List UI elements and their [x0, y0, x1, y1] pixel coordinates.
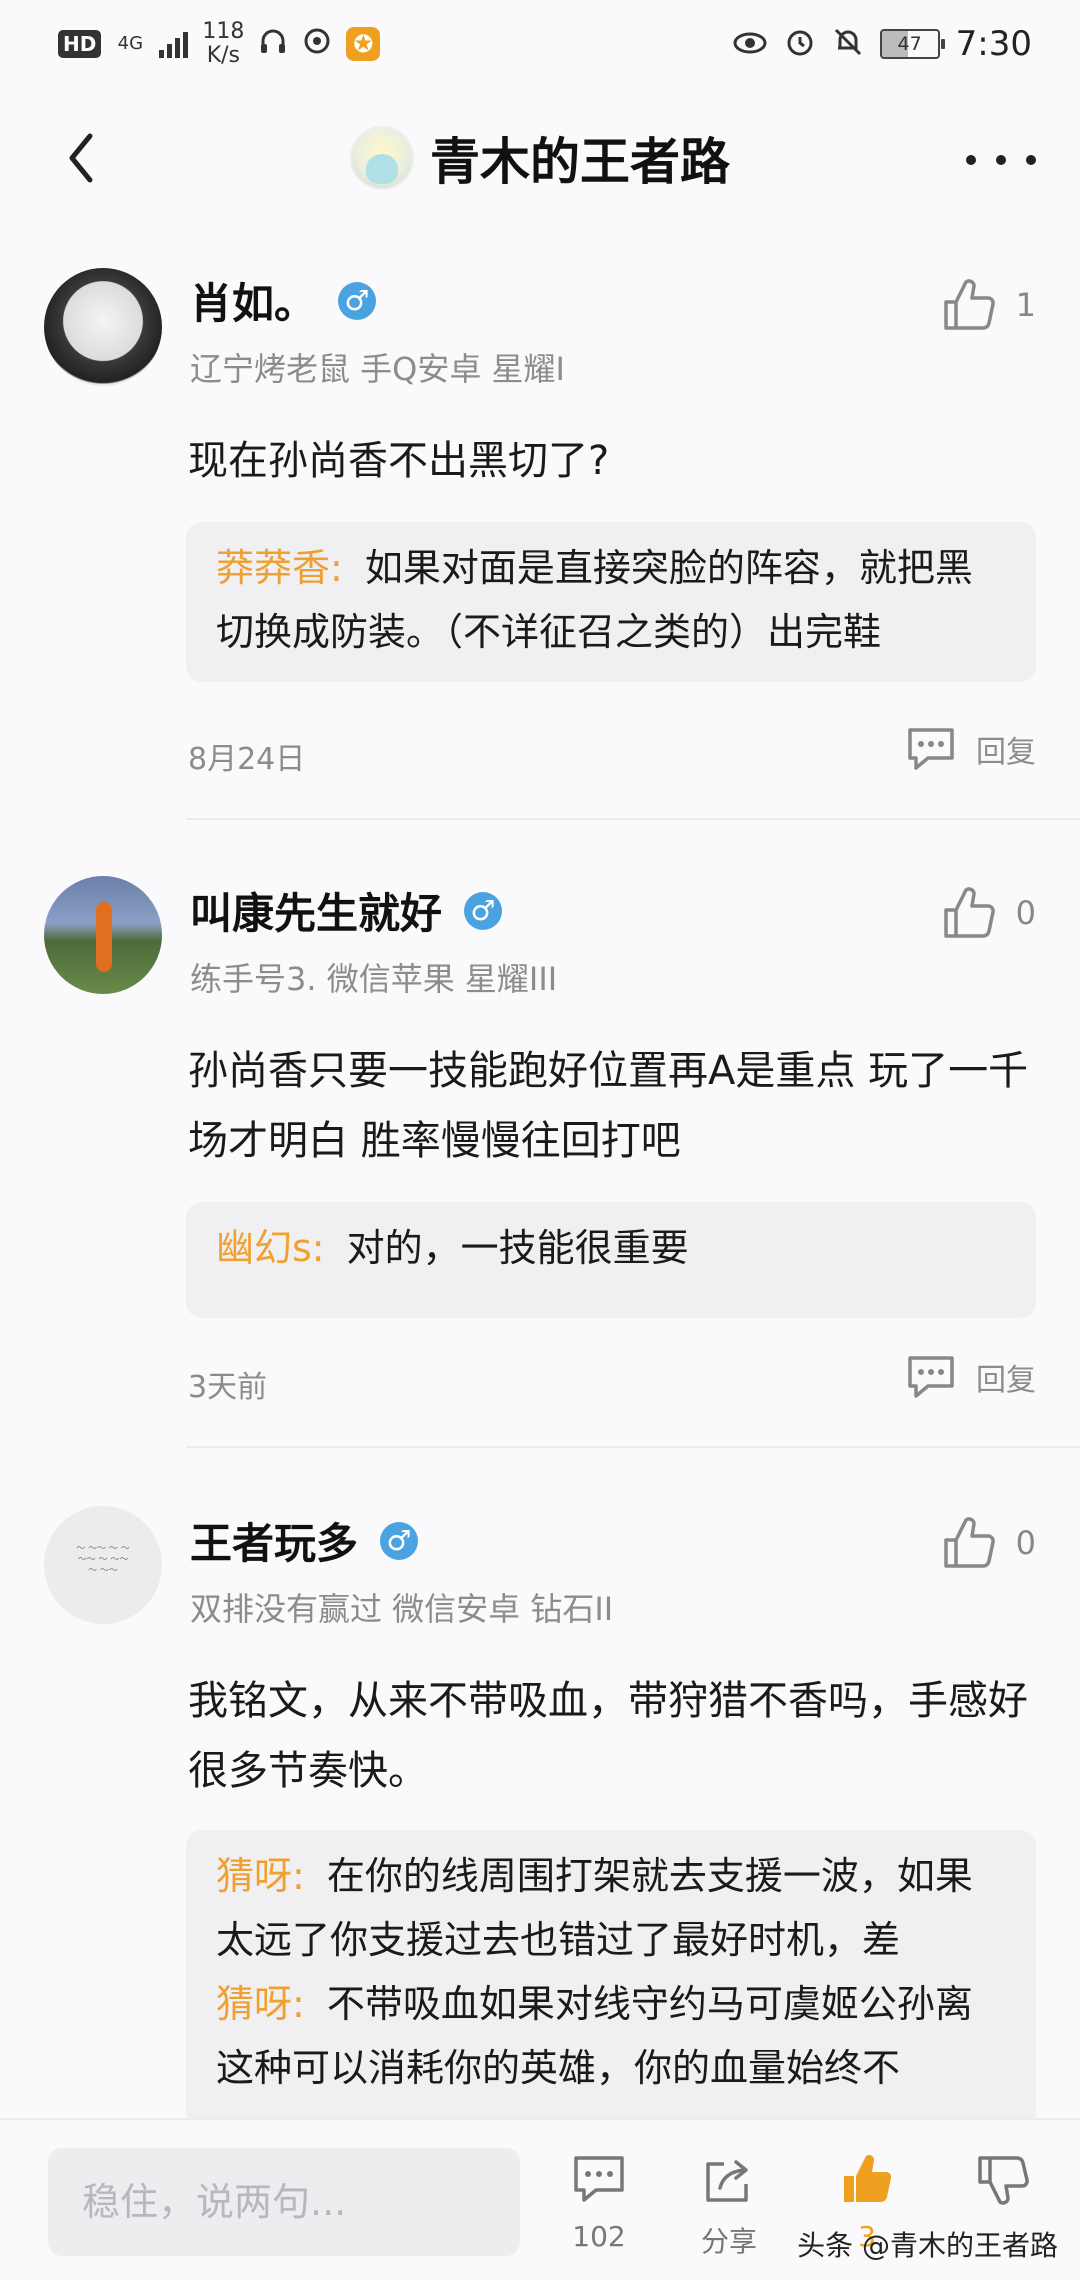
reply-text: 对的，一技能很重要	[346, 1226, 689, 1270]
like-count: 1	[1015, 286, 1036, 324]
network-speed: 118 K/s	[202, 20, 244, 68]
like-count: 0	[1015, 894, 1036, 932]
speed-unit: K/s	[206, 43, 240, 68]
comment-input[interactable]	[48, 2148, 520, 2256]
reply-preview[interactable]: 猜呀: 在你的线周围打架就去支援一波，如果太远了你支援过去也错过了最好时机，差 猜…	[186, 1830, 1036, 2128]
like-button[interactable]: 1	[942, 278, 1036, 332]
commenter-info: 辽宁烤老鼠 手Q安卓 星耀I	[190, 350, 565, 388]
dot-icon	[966, 155, 976, 165]
reply-label: 回复	[976, 735, 1036, 770]
dot-icon	[1026, 155, 1036, 165]
share-label: 分享	[700, 2225, 757, 2258]
sync-icon	[302, 26, 332, 62]
comment-input-field[interactable]	[48, 2148, 520, 2256]
reply-author[interactable]: 猜呀:	[216, 1982, 305, 2026]
divider	[186, 818, 1080, 820]
alarm-icon	[784, 26, 816, 62]
like-count: 0	[1015, 1524, 1036, 1562]
comments-button[interactable]: 102	[544, 2154, 654, 2253]
reply-text: 在你的线周围打架就去支援一波，如果太远了你支援过去也错过了最好时机，差	[216, 1854, 973, 1962]
share-button[interactable]: 分享	[674, 2154, 784, 2260]
reply-preview[interactable]: 莽莽香: 如果对面是直接突脸的阵容，就把黑切换成防装。（不详征召之类的）出完鞋	[186, 522, 1036, 682]
watermark: 头条 @青木的王者路	[797, 2229, 1058, 2262]
comment-count: 102	[572, 2220, 626, 2253]
reply-entry: 猜呀: 不带吸血如果对线守约马可虞姬公孙离这种可以消耗你的英雄，你的血量始终不	[216, 1972, 1006, 2100]
commenter-name-text: 王者玩多	[190, 1519, 359, 1568]
reply-button[interactable]: 回复	[906, 1354, 1036, 1400]
thumbs-up-icon	[943, 887, 995, 938]
battery-indicator: 47	[879, 29, 945, 59]
comment-date: 3天前	[188, 1370, 268, 1405]
commenter-name[interactable]: 肖如。 ♂	[190, 270, 377, 331]
bottom-action-bar: 102 分享 3 头条 @青木的王者路	[0, 2118, 1080, 2280]
mute-icon	[832, 26, 864, 62]
app-notification-icon: ✪	[346, 27, 381, 61]
dislike-button[interactable]	[948, 2154, 1058, 2220]
status-bar: HD 4G 118 K/s ✪ 47 7:30	[0, 0, 1080, 90]
thumbs-up-icon	[943, 1517, 995, 1568]
comment-bubble-icon	[574, 2156, 624, 2202]
commenter-name[interactable]: 王者玩多 ♂	[190, 1510, 419, 1571]
commenter-info: 双排没有赢过 微信安卓 钻石II	[190, 1590, 614, 1628]
thumbs-up-filled-icon	[844, 2155, 892, 2203]
reply-author[interactable]: 猜呀:	[216, 1854, 305, 1898]
page-title: 青木的王者路	[430, 133, 730, 191]
thumbs-down-icon	[978, 2156, 1029, 2205]
commenter-name-text: 肖如。	[190, 279, 317, 328]
headphones-icon	[258, 26, 288, 62]
author-avatar[interactable]	[350, 126, 414, 190]
reply-text: 不带吸血如果对线守约马可虞姬公孙离这种可以消耗你的英雄，你的血量始终不	[216, 1982, 973, 2090]
comment-text: 我铭文，从来不带吸血，带狩猎不香吗，手感好很多节奏快。	[188, 1678, 1028, 1794]
reply-preview[interactable]: 幽幻s: 对的，一技能很重要	[186, 1202, 1036, 1318]
commenter-name[interactable]: 叫康先生就好 ♂	[190, 880, 503, 941]
male-gender-icon: ♂	[464, 891, 503, 930]
thumbs-up-icon	[943, 279, 995, 330]
share-icon	[706, 2160, 748, 2202]
comment-text: 现在孙尚香不出黑切了?	[188, 438, 610, 484]
comment-bubble-icon	[908, 1356, 954, 1398]
avatar[interactable]	[44, 268, 162, 386]
avatar[interactable]: ～ ～～ ～ ～～～ ～ ～～～ ～～	[44, 1506, 162, 1624]
like-button[interactable]: 0	[942, 886, 1036, 940]
male-gender-icon: ♂	[338, 281, 377, 320]
comment-date: 8月24日	[188, 742, 306, 777]
eye-icon	[732, 28, 768, 60]
male-gender-icon: ♂	[380, 1521, 419, 1560]
like-button[interactable]: 0	[942, 1516, 1036, 1570]
reply-author[interactable]: 莽莽香:	[216, 546, 343, 590]
battery-level: 47	[897, 33, 922, 55]
network-type: 4G	[117, 33, 144, 54]
avatar[interactable]	[44, 876, 162, 994]
signal-icon	[159, 30, 189, 58]
reply-button[interactable]: 回复	[906, 726, 1036, 772]
comment-text: 孙尚香只要一技能跑好位置再A是重点 玩了一千场才明白 胜率慢慢往回打吧	[188, 1048, 1029, 1164]
commenter-info: 练手号3. 微信苹果 星耀III	[190, 960, 558, 998]
reply-label: 回复	[976, 1363, 1036, 1398]
dot-icon	[996, 155, 1006, 165]
hd-indicator: HD	[58, 30, 102, 58]
comment-bubble-icon	[908, 728, 954, 770]
more-options-button[interactable]	[966, 130, 1036, 190]
page-title-group[interactable]: 青木的王者路	[0, 122, 1080, 194]
reply-author[interactable]: 幽幻s:	[216, 1226, 325, 1270]
reply-entry: 猜呀: 在你的线周围打架就去支援一波，如果太远了你支援过去也错过了最好时机，差	[216, 1844, 1006, 1972]
divider	[186, 1446, 1080, 1448]
commenter-name-text: 叫康先生就好	[190, 889, 443, 938]
clock: 7:30	[955, 24, 1032, 64]
speed-value: 118	[202, 19, 245, 44]
header: 青木的王者路	[0, 100, 1080, 220]
